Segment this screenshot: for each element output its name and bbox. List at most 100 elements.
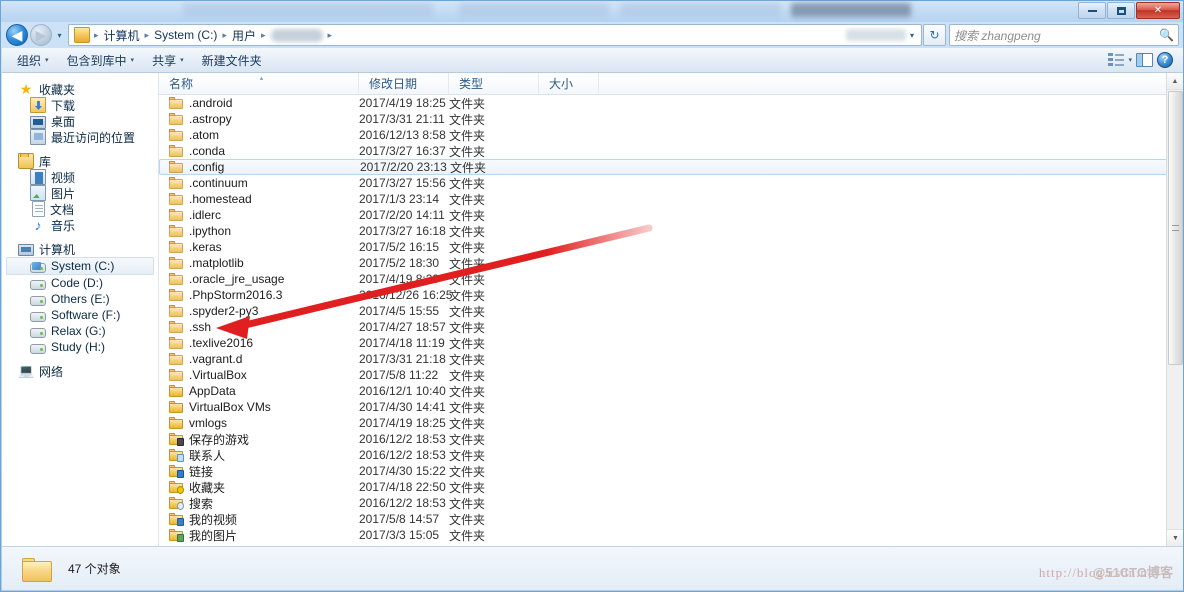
chevron-down-icon[interactable]: ▾ bbox=[1128, 56, 1132, 64]
back-button[interactable]: ◀ bbox=[6, 24, 28, 46]
table-row[interactable]: .conda 2017/3/27 16:37 文件夹 bbox=[159, 143, 1183, 159]
table-row[interactable]: .idlerc 2017/2/20 14:11 文件夹 bbox=[159, 207, 1183, 223]
folder-icon bbox=[169, 209, 183, 221]
include-in-library-button[interactable]: 包含到库中 ▾ bbox=[58, 48, 144, 73]
table-row[interactable]: 搜索 2016/12/2 18:53 文件夹 bbox=[159, 495, 1183, 511]
breadcrumb-item-computer[interactable]: 计算机 bbox=[101, 27, 143, 44]
file-name-cell: .config bbox=[160, 160, 360, 174]
scroll-up-button[interactable]: ▲ bbox=[1167, 73, 1183, 90]
breadcrumb[interactable]: ▸ 计算机 ▸ System (C:) ▸ 用户 ▸ ▸ ▾ bbox=[68, 24, 922, 46]
nav-group-network: 💻 网络 bbox=[2, 363, 158, 379]
vertical-scrollbar[interactable]: ▲ ▼ bbox=[1166, 73, 1183, 546]
table-row[interactable]: 收藏夹 2017/4/18 22:50 文件夹 bbox=[159, 479, 1183, 495]
file-date-cell: 2016/12/26 16:25 bbox=[359, 288, 453, 302]
sidebar-item-libraries[interactable]: 库 bbox=[2, 153, 158, 169]
close-button[interactable]: ✕ bbox=[1136, 2, 1180, 19]
share-button[interactable]: 共享 ▾ bbox=[143, 48, 193, 73]
file-name-cell: 链接 bbox=[159, 463, 359, 480]
organize-button[interactable]: 组织 ▾ bbox=[8, 48, 58, 73]
column-header-0[interactable]: 名称 bbox=[159, 73, 359, 95]
sidebar-item-study-h[interactable]: Study (H:) bbox=[2, 339, 158, 355]
column-header-2[interactable]: 类型 bbox=[449, 73, 539, 95]
table-row[interactable]: VirtualBox VMs 2017/4/30 14:41 文件夹 bbox=[159, 399, 1183, 415]
sidebar-item-pictures[interactable]: 图片 bbox=[2, 185, 158, 201]
sidebar-item-music[interactable]: ♪ 音乐 bbox=[2, 217, 158, 233]
minimize-button[interactable] bbox=[1078, 2, 1106, 19]
table-row[interactable]: .homestead 2017/1/3 23:14 文件夹 bbox=[159, 191, 1183, 207]
table-row[interactable]: .config 2017/2/20 23:13 文件夹 bbox=[159, 159, 1183, 175]
file-name-cell: .matplotlib bbox=[159, 256, 359, 270]
refresh-button[interactable]: ↻ bbox=[923, 24, 946, 46]
file-name-label: 保存的游戏 bbox=[189, 432, 250, 447]
file-date-cell: 2017/5/2 16:15 bbox=[359, 240, 440, 254]
sidebar-item-system-c[interactable]: System (C:) bbox=[6, 257, 154, 275]
search-box[interactable]: 搜索 zhangpeng 🔍 bbox=[949, 24, 1179, 46]
table-row[interactable]: AppData 2016/12/1 10:40 文件夹 bbox=[159, 383, 1183, 399]
sidebar-item-recent-places[interactable]: 最近访问的位置 bbox=[2, 129, 158, 145]
file-name-label: .continuum bbox=[189, 176, 248, 190]
table-row[interactable]: .astropy 2017/3/31 21:11 文件夹 bbox=[159, 111, 1183, 127]
table-row[interactable]: .PhpStorm2016.3 2016/12/26 16:25 文件夹 bbox=[159, 287, 1183, 303]
folder-icon bbox=[169, 145, 183, 157]
sidebar-item-others-e[interactable]: Others (E:) bbox=[2, 291, 158, 307]
table-row[interactable]: .android 2017/4/19 18:25 文件夹 bbox=[159, 95, 1183, 111]
help-icon[interactable]: ? bbox=[1157, 52, 1173, 68]
breadcrumb-item-users[interactable]: 用户 bbox=[229, 27, 259, 44]
table-row[interactable]: .continuum 2017/3/27 15:56 文件夹 bbox=[159, 175, 1183, 191]
title-blur-region-1 bbox=[183, 3, 433, 17]
scrollbar-thumb[interactable] bbox=[1168, 91, 1183, 365]
sidebar-item-documents[interactable]: 文档 bbox=[2, 201, 158, 217]
table-row[interactable]: vmlogs 2017/4/19 18:25 文件夹 bbox=[159, 415, 1183, 431]
table-row[interactable]: 链接 2017/4/30 15:22 文件夹 bbox=[159, 463, 1183, 479]
new-folder-button[interactable]: 新建文件夹 bbox=[193, 48, 271, 73]
breadcrumb-item-system-c[interactable]: System (C:) bbox=[151, 28, 220, 42]
table-row[interactable]: .texlive2016 2017/4/18 11:19 文件夹 bbox=[159, 335, 1183, 351]
preview-pane-icon[interactable] bbox=[1136, 53, 1153, 67]
file-type-cell: 文件夹 bbox=[449, 304, 486, 319]
sidebar-item-favorites[interactable]: ★ 收藏夹 bbox=[2, 81, 158, 97]
table-row[interactable]: .spyder2-py3 2017/4/5 15:55 文件夹 bbox=[159, 303, 1183, 319]
file-name-cell: .idlerc bbox=[159, 208, 359, 222]
file-date-cell: 2017/5/8 11:22 bbox=[359, 368, 439, 382]
sidebar-item-code-d[interactable]: Code (D:) bbox=[2, 275, 158, 291]
file-name-cell: 我的视频 bbox=[159, 511, 359, 528]
recent-places-icon bbox=[30, 129, 46, 145]
table-row[interactable]: .atom 2016/12/13 8:58 文件夹 bbox=[159, 127, 1183, 143]
maximize-button[interactable] bbox=[1107, 2, 1135, 19]
file-name-cell: vmlogs bbox=[159, 416, 359, 430]
table-row[interactable]: 联系人 2016/12/2 18:53 文件夹 bbox=[159, 447, 1183, 463]
sidebar-item-relax-g[interactable]: Relax (G:) bbox=[2, 323, 158, 339]
column-header-1[interactable]: 修改日期 bbox=[359, 73, 449, 95]
sidebar-item-downloads[interactable]: 下载 bbox=[2, 97, 158, 113]
table-row[interactable]: .VirtualBox 2017/5/8 11:22 文件夹 bbox=[159, 367, 1183, 383]
table-row[interactable]: 我的视频 2017/5/8 14:57 文件夹 bbox=[159, 511, 1183, 527]
change-view-icon[interactable] bbox=[1108, 53, 1125, 67]
breadcrumb-item-username-blurred[interactable] bbox=[270, 28, 323, 42]
table-row[interactable]: .matplotlib 2017/5/2 18:30 文件夹 bbox=[159, 255, 1183, 271]
file-type-cell: 文件夹 bbox=[449, 320, 486, 335]
address-dropdown-icon[interactable]: ▾ bbox=[910, 31, 919, 40]
table-row[interactable]: .oracle_jre_usage 2017/4/19 8:29 文件夹 bbox=[159, 271, 1183, 287]
sidebar-item-software-f[interactable]: Software (F:) bbox=[2, 307, 158, 323]
column-header-3[interactable]: 大小 bbox=[539, 73, 599, 95]
table-row[interactable]: 保存的游戏 2016/12/2 18:53 文件夹 bbox=[159, 431, 1183, 447]
sidebar-item-computer[interactable]: 计算机 bbox=[2, 241, 158, 257]
file-type-cell: 文件夹 bbox=[449, 480, 486, 495]
folder-icon bbox=[169, 321, 183, 333]
computer-icon bbox=[18, 244, 34, 256]
drive-icon bbox=[30, 295, 46, 306]
table-row[interactable]: .keras 2017/5/2 16:15 文件夹 bbox=[159, 239, 1183, 255]
file-type-cell: 文件夹 bbox=[449, 128, 486, 143]
forward-button[interactable]: ▶ bbox=[30, 24, 52, 46]
table-row[interactable]: .ssh 2017/4/27 18:57 文件夹 bbox=[159, 319, 1183, 335]
scroll-down-button[interactable]: ▼ bbox=[1167, 529, 1183, 546]
sidebar-item-network[interactable]: 💻 网络 bbox=[2, 363, 158, 379]
sidebar-item-desktop[interactable]: 桌面 bbox=[2, 113, 158, 129]
desktop-icon bbox=[30, 115, 46, 129]
sidebar-item-videos[interactable]: 视频 bbox=[2, 169, 158, 185]
table-row[interactable]: .vagrant.d 2017/3/31 21:18 文件夹 bbox=[159, 351, 1183, 367]
table-row[interactable]: .ipython 2017/3/27 16:18 文件夹 bbox=[159, 223, 1183, 239]
recent-pages-dropdown[interactable]: ▾ bbox=[53, 24, 66, 46]
table-row[interactable]: 我的图片 2017/3/3 15:05 文件夹 bbox=[159, 527, 1183, 543]
search-input[interactable]: 搜索 zhangpeng bbox=[954, 27, 1159, 44]
